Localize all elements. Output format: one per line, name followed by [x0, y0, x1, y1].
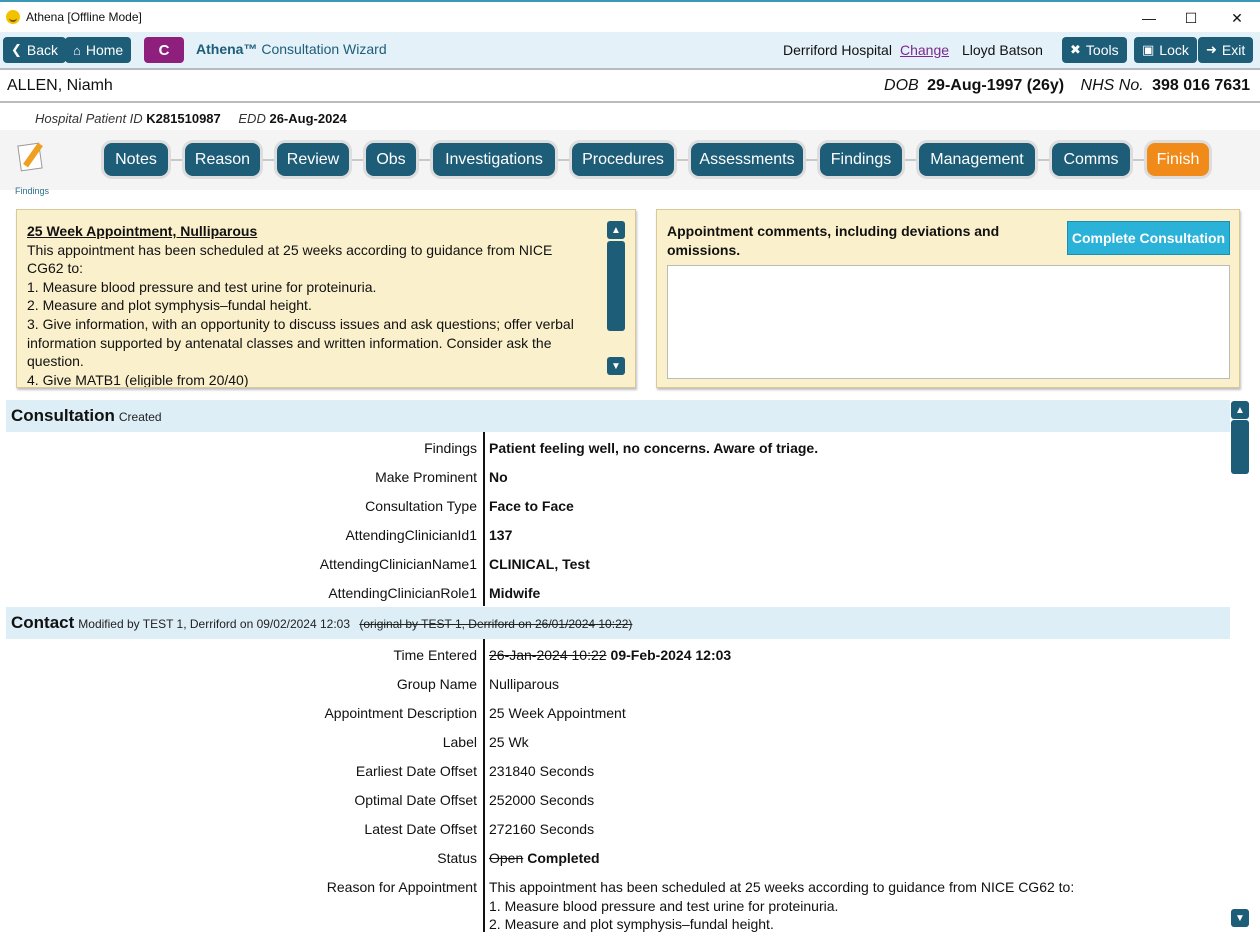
detail-row: Time Entered 26-Jan-2024 10:22 09-Feb-2024… [393, 647, 732, 663]
c-button[interactable]: C [144, 37, 184, 63]
patient-banner: ALLEN, Niamh DOB 29-Aug-1997 (26y) NHS N… [0, 68, 1260, 103]
patient-nhs: 398 016 7631 [1152, 77, 1250, 94]
wizard-tab-bar: Findings Notes Reason Review Obs Investi… [0, 130, 1260, 196]
tab-review[interactable]: Review [277, 143, 349, 176]
window-title: Athena [Offline Mode] [26, 10, 142, 24]
detail-row: Latest Date Offset 272160 Seconds [364, 821, 595, 837]
detail-row: Findings Patient feeling well, no concern… [424, 440, 819, 456]
reason-for-appointment: This appointment has been scheduled at 2… [489, 879, 1075, 932]
tab-investigations[interactable]: Investigations [433, 143, 555, 176]
scroll-down-icon[interactable]: ▼ [607, 357, 625, 375]
app-brand: Athena™ Consultation Wizard [196, 41, 387, 57]
findings-notepad-icon[interactable]: Findings [14, 142, 50, 196]
tab-management[interactable]: Management [919, 143, 1035, 176]
lock-button[interactable]: ▣ Lock [1134, 37, 1197, 63]
detail-row: AttendingClinicianRole1 Midwife [328, 585, 541, 601]
section-consultation: Consultation Created [6, 400, 1230, 432]
tools-button[interactable]: ✖ Tools [1062, 37, 1127, 63]
tab-assessments[interactable]: Assessments [691, 143, 803, 176]
detail-row: AttendingClinicianName1 CLINICAL, Test [319, 556, 590, 572]
section-contact: Contact Modified by TEST 1, Derriford on … [6, 607, 1230, 639]
guidance-title: 25 Week Appointment, Nulliparous [27, 223, 258, 239]
detail-row: Label 25 Wk [442, 734, 529, 750]
guidance-scrollbar[interactable]: ▲ ▼ [607, 221, 625, 375]
comments-panel: Appointment comments, including deviatio… [656, 209, 1240, 388]
exit-button[interactable]: ➜ Exit [1198, 37, 1254, 63]
tab-obs[interactable]: Obs [366, 143, 416, 176]
change-hospital-link[interactable]: Change [900, 42, 949, 58]
guidance-text: 25 Week Appointment, Nulliparous This ap… [27, 222, 592, 387]
scroll-up-icon[interactable]: ▲ [1231, 401, 1249, 419]
chevron-left-icon: ❮ [11, 42, 22, 57]
title-bar: Athena [Offline Mode] — ☐ ✕ [0, 0, 1260, 32]
tab-finish[interactable]: Finish [1147, 143, 1209, 176]
tab-reason[interactable]: Reason [185, 143, 260, 176]
complete-consultation-button[interactable]: Complete Consultation [1067, 221, 1230, 255]
patient-identifiers: DOB 29-Aug-1997 (26y) NHS No. 398 016 76… [884, 77, 1250, 94]
scroll-up-icon[interactable]: ▲ [607, 221, 625, 239]
lock-icon: ▣ [1142, 42, 1155, 57]
tools-icon: ✖ [1070, 42, 1081, 57]
detail-row: Make Prominent No [375, 469, 508, 485]
comments-textarea[interactable] [667, 265, 1230, 379]
hospital-patient-id: K281510987 [146, 111, 221, 126]
maximize-icon[interactable]: ☐ [1168, 2, 1214, 34]
minimize-icon[interactable]: — [1126, 2, 1172, 34]
patient-subbanner: Hospital Patient ID K281510987 EDD 26-Au… [0, 105, 1260, 130]
exit-icon: ➜ [1206, 42, 1217, 57]
close-icon[interactable]: ✕ [1214, 2, 1260, 34]
patient-dob: 29-Aug-1997 (26y) [927, 77, 1065, 94]
scroll-thumb[interactable] [1231, 420, 1249, 474]
home-icon: ⌂ [73, 42, 81, 58]
guidance-panel: 25 Week Appointment, Nulliparous This ap… [16, 209, 636, 388]
app-smiley-icon [6, 10, 20, 24]
detail-row: Status Open Completed [437, 850, 600, 866]
hospital-name: Derriford Hospital [783, 42, 892, 58]
comments-label: Appointment comments, including deviatio… [667, 223, 1000, 258]
consultation-detail[interactable]: Consultation Created Findings Patient feel… [6, 400, 1230, 932]
tab-findings[interactable]: Findings [820, 143, 902, 176]
detail-row: AttendingClinicianId1 137 [345, 527, 513, 543]
toolbar: ❮ Back ⌂ Home C Athena™ Consultation Wiz… [0, 32, 1260, 68]
detail-row: Consultation Type Face to Face [365, 498, 574, 514]
home-button[interactable]: ⌂ Home [65, 37, 132, 63]
back-button[interactable]: ❮ Back [3, 37, 67, 63]
detail-row: Optimal Date Offset 252000 Seconds [354, 792, 595, 808]
detail-row: Earliest Date Offset 231840 Seconds [355, 763, 595, 779]
patient-edd: 26-Aug-2024 [269, 111, 347, 126]
tab-notes[interactable]: Notes [104, 143, 168, 176]
detail-scrollbar[interactable]: ▲ ▼ [1231, 401, 1249, 927]
tab-comms[interactable]: Comms [1052, 143, 1130, 176]
scroll-down-icon[interactable]: ▼ [1231, 909, 1249, 927]
patient-name: ALLEN, Niamh [7, 77, 113, 94]
user-name: Lloyd Batson [962, 42, 1043, 58]
tab-procedures[interactable]: Procedures [572, 143, 674, 176]
detail-row: Appointment Description 25 Week Appointme… [324, 705, 626, 721]
detail-row: Group Name Nulliparous [396, 676, 560, 692]
scroll-thumb[interactable] [607, 241, 625, 331]
